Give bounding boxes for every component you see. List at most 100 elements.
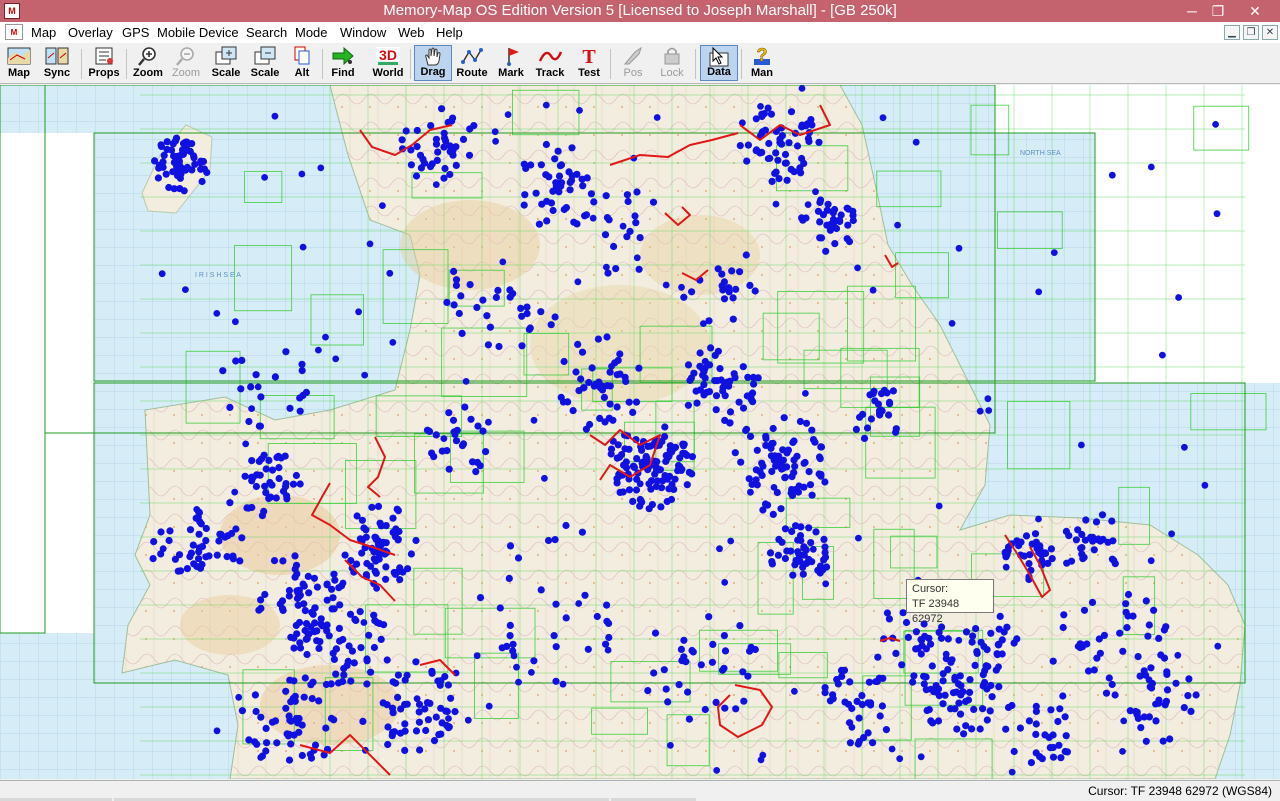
waypoint-marker[interactable] [401, 746, 409, 755]
waypoint-marker[interactable] [744, 141, 753, 149]
waypoint-marker[interactable] [726, 419, 734, 427]
waypoint-marker[interactable] [1008, 768, 1016, 776]
waypoint-marker[interactable] [195, 530, 203, 538]
waypoint-marker[interactable] [812, 188, 819, 196]
waypoint-marker[interactable] [336, 601, 344, 609]
waypoint-marker[interactable] [383, 701, 391, 709]
waypoint-marker[interactable] [292, 621, 300, 630]
waypoint-marker[interactable] [645, 505, 653, 513]
menu-help[interactable]: Help [436, 25, 463, 40]
waypoint-marker[interactable] [329, 594, 337, 602]
waypoint-marker[interactable] [1084, 667, 1093, 675]
waypoint-marker[interactable] [543, 217, 551, 225]
waypoint-marker[interactable] [1072, 536, 1080, 544]
waypoint-marker[interactable] [495, 342, 503, 351]
waypoint-marker[interactable] [550, 632, 558, 640]
waypoint-marker[interactable] [505, 574, 513, 582]
waypoint-marker[interactable] [506, 542, 515, 550]
waypoint-marker[interactable] [1174, 651, 1182, 659]
waypoint-marker[interactable] [1119, 647, 1127, 655]
waypoint-marker[interactable] [758, 148, 766, 156]
waypoint-marker[interactable] [586, 420, 594, 429]
waypoint-marker[interactable] [708, 658, 717, 666]
waypoint-marker[interactable] [440, 174, 448, 182]
waypoint-marker[interactable] [604, 646, 612, 654]
waypoint-marker[interactable] [594, 335, 603, 343]
waypoint-marker[interactable] [219, 367, 227, 375]
waypoint-marker[interactable] [426, 163, 435, 171]
waypoint-marker[interactable] [751, 645, 759, 654]
waypoint-marker[interactable] [339, 579, 347, 587]
waypoint-marker[interactable] [498, 644, 506, 652]
waypoint-marker[interactable] [213, 310, 221, 317]
waypoint-marker[interactable] [727, 537, 735, 545]
waypoint-marker[interactable] [440, 143, 448, 151]
waypoint-marker[interactable] [859, 410, 867, 418]
menu-window[interactable]: Window [340, 25, 386, 40]
waypoint-marker[interactable] [877, 406, 884, 413]
waypoint-marker[interactable] [629, 408, 637, 416]
waypoint-marker[interactable] [657, 484, 666, 492]
waypoint-marker[interactable] [1002, 563, 1010, 571]
waypoint-marker[interactable] [729, 315, 737, 323]
waypoint-marker[interactable] [683, 481, 691, 489]
waypoint-marker[interactable] [798, 154, 806, 163]
waypoint-marker[interactable] [238, 534, 246, 542]
waypoint-marker[interactable] [876, 712, 884, 720]
waypoint-marker[interactable] [968, 638, 976, 646]
waypoint-marker[interactable] [270, 557, 279, 565]
waypoint-marker[interactable] [457, 292, 465, 300]
waypoint-marker[interactable] [1049, 657, 1057, 665]
waypoint-marker[interactable] [1081, 536, 1089, 544]
waypoint-marker[interactable] [635, 265, 643, 273]
waypoint-marker[interactable] [374, 502, 383, 510]
waypoint-marker[interactable] [748, 480, 756, 488]
waypoint-marker[interactable] [636, 495, 644, 504]
waypoint-marker[interactable] [577, 375, 585, 383]
waypoint-marker[interactable] [260, 507, 268, 515]
waypoint-marker[interactable] [1013, 635, 1021, 643]
waypoint-marker[interactable] [403, 700, 411, 708]
waypoint-marker[interactable] [944, 635, 952, 643]
waypoint-marker[interactable] [492, 293, 500, 301]
waypoint-marker[interactable] [358, 549, 366, 557]
waypoint-marker[interactable] [866, 391, 874, 399]
waypoint-marker[interactable] [339, 635, 347, 644]
zoom-in-button[interactable]: Zoom [129, 45, 167, 81]
waypoint-marker[interactable] [822, 580, 830, 588]
waypoint-marker[interactable] [1108, 680, 1116, 689]
waypoint-marker[interactable] [437, 730, 445, 738]
waypoint-marker[interactable] [843, 204, 851, 212]
waypoint-marker[interactable] [610, 242, 618, 251]
waypoint-marker[interactable] [1133, 708, 1141, 716]
waypoint-marker[interactable] [584, 645, 592, 653]
waypoint-marker[interactable] [323, 580, 331, 588]
waypoint-marker[interactable] [482, 448, 490, 456]
waypoint-marker[interactable] [215, 537, 223, 545]
waypoint-marker[interactable] [443, 298, 451, 306]
waypoint-marker[interactable] [688, 470, 696, 478]
waypoint-marker[interactable] [808, 491, 816, 499]
waypoint-marker[interactable] [366, 240, 374, 248]
mdi-restore-button[interactable]: ❐ [1243, 25, 1259, 40]
waypoint-marker[interactable] [316, 638, 324, 646]
waypoint-marker[interactable] [377, 635, 385, 644]
waypoint-marker[interactable] [662, 685, 670, 693]
scale-up-button[interactable]: Scale [207, 45, 245, 81]
waypoint-marker[interactable] [279, 606, 287, 615]
waypoint-marker[interactable] [680, 293, 688, 301]
waypoint-marker[interactable] [753, 446, 761, 454]
waypoint-marker[interactable] [1184, 692, 1192, 700]
waypoint-marker[interactable] [523, 310, 531, 318]
waypoint-marker[interactable] [298, 170, 306, 178]
waypoint-marker[interactable] [707, 344, 715, 352]
waypoint-marker[interactable] [1122, 600, 1130, 608]
waypoint-marker[interactable] [1152, 717, 1160, 725]
waypoint-marker[interactable] [984, 662, 992, 671]
waypoint-marker[interactable] [287, 740, 295, 748]
waypoint-marker[interactable] [944, 666, 952, 674]
waypoint-marker[interactable] [1041, 549, 1050, 558]
waypoint-marker[interactable] [836, 217, 844, 226]
waypoint-marker[interactable] [169, 168, 177, 176]
waypoint-marker[interactable] [809, 545, 817, 553]
